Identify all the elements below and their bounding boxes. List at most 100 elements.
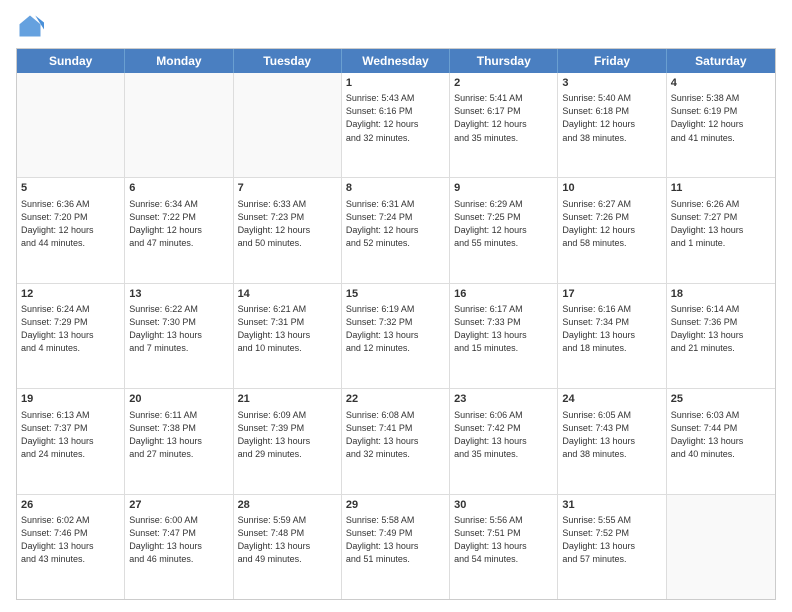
cell-info: Sunrise: 5:59 AM Sunset: 7:48 PM Dayligh… [238, 514, 337, 566]
calendar-cell: 31Sunrise: 5:55 AM Sunset: 7:52 PM Dayli… [558, 495, 666, 599]
day-number: 19 [21, 392, 120, 407]
day-number: 14 [238, 287, 337, 302]
calendar-row: 19 Sunrise: 6:13 AM Sunset: 7:37 PM Dayli… [17, 389, 775, 494]
day-number: 13 [129, 287, 228, 302]
cell-info: Sunrise: 5:55 AM Sunset: 7:52 PM Dayligh… [562, 514, 661, 566]
cell-info: Sunrise: 5:58 AM Sunset: 7:49 PM Dayligh… [346, 514, 445, 566]
cell-info: Sunrise: 6:08 AM Sunset: 7:41 PM Dayligh… [346, 409, 445, 461]
calendar-cell: 20Sunrise: 6:11 AM Sunset: 7:38 PM Dayli… [125, 389, 233, 493]
calendar-cell: 24Sunrise: 6:05 AM Sunset: 7:43 PM Dayli… [558, 389, 666, 493]
day-number: 1 [346, 76, 445, 91]
calendar-cell: 13Sunrise: 6:22 AM Sunset: 7:30 PM Dayli… [125, 284, 233, 388]
day-number: 12 [21, 287, 120, 302]
weekday-header: Saturday [667, 49, 775, 73]
calendar-cell: 29Sunrise: 5:58 AM Sunset: 7:49 PM Dayli… [342, 495, 450, 599]
calendar-cell [234, 73, 342, 177]
weekday-header: Wednesday [342, 49, 450, 73]
cell-info: Sunrise: 6:00 AM Sunset: 7:47 PM Dayligh… [129, 514, 228, 566]
calendar-cell: 6Sunrise: 6:34 AM Sunset: 7:22 PM Daylig… [125, 178, 233, 282]
day-number: 26 [21, 498, 120, 513]
cell-info: Sunrise: 6:24 AM Sunset: 7:29 PM Dayligh… [21, 303, 120, 355]
cell-info: Sunrise: 6:16 AM Sunset: 7:34 PM Dayligh… [562, 303, 661, 355]
cell-info: Sunrise: 6:19 AM Sunset: 7:32 PM Dayligh… [346, 303, 445, 355]
calendar-cell [667, 495, 775, 599]
day-number: 9 [454, 181, 553, 196]
day-number: 5 [21, 181, 120, 196]
calendar-cell: 1Sunrise: 5:43 AM Sunset: 6:16 PM Daylig… [342, 73, 450, 177]
calendar-cell: 30Sunrise: 5:56 AM Sunset: 7:51 PM Dayli… [450, 495, 558, 599]
calendar-cell: 10 Sunrise: 6:27 AM Sunset: 7:26 PM Dayli… [558, 178, 666, 282]
cell-info: Sunrise: 6:22 AM Sunset: 7:30 PM Dayligh… [129, 303, 228, 355]
calendar-cell: 9 Sunrise: 6:29 AM Sunset: 7:25 PM Daylig… [450, 178, 558, 282]
calendar-cell: 22 Sunrise: 6:08 AM Sunset: 7:41 PM Dayli… [342, 389, 450, 493]
calendar-cell: 4Sunrise: 5:38 AM Sunset: 6:19 PM Daylig… [667, 73, 775, 177]
weekday-header: Friday [558, 49, 666, 73]
calendar-cell: 2Sunrise: 5:41 AM Sunset: 6:17 PM Daylig… [450, 73, 558, 177]
day-number: 7 [238, 181, 337, 196]
day-number: 8 [346, 181, 445, 196]
cell-info: Sunrise: 6:29 AM Sunset: 7:25 PM Dayligh… [454, 198, 553, 250]
calendar-row: 26Sunrise: 6:02 AM Sunset: 7:46 PM Dayli… [17, 495, 775, 599]
cell-info: Sunrise: 6:34 AM Sunset: 7:22 PM Dayligh… [129, 198, 228, 250]
day-number: 4 [671, 76, 771, 91]
day-number: 16 [454, 287, 553, 302]
cell-info: Sunrise: 6:17 AM Sunset: 7:33 PM Dayligh… [454, 303, 553, 355]
day-number: 25 [671, 392, 771, 407]
calendar-cell: 5 Sunrise: 6:36 AM Sunset: 7:20 PM Daylig… [17, 178, 125, 282]
day-number: 20 [129, 392, 228, 407]
calendar: SundayMondayTuesdayWednesdayThursdayFrid… [16, 48, 776, 600]
cell-info: Sunrise: 5:40 AM Sunset: 6:18 PM Dayligh… [562, 92, 661, 144]
cell-info: Sunrise: 6:02 AM Sunset: 7:46 PM Dayligh… [21, 514, 120, 566]
calendar-cell: 11 Sunrise: 6:26 AM Sunset: 7:27 PM Dayli… [667, 178, 775, 282]
calendar-cell: 17Sunrise: 6:16 AM Sunset: 7:34 PM Dayli… [558, 284, 666, 388]
calendar-cell: 21Sunrise: 6:09 AM Sunset: 7:39 PM Dayli… [234, 389, 342, 493]
cell-info: Sunrise: 6:09 AM Sunset: 7:39 PM Dayligh… [238, 409, 337, 461]
day-number: 10 [562, 181, 661, 196]
day-number: 31 [562, 498, 661, 513]
calendar-cell: 12Sunrise: 6:24 AM Sunset: 7:29 PM Dayli… [17, 284, 125, 388]
calendar-cell: 28Sunrise: 5:59 AM Sunset: 7:48 PM Dayli… [234, 495, 342, 599]
calendar-header: SundayMondayTuesdayWednesdayThursdayFrid… [17, 49, 775, 73]
calendar-cell [17, 73, 125, 177]
calendar-cell: 25 Sunrise: 6:03 AM Sunset: 7:44 PM Dayli… [667, 389, 775, 493]
day-number: 2 [454, 76, 553, 91]
cell-info: Sunrise: 5:56 AM Sunset: 7:51 PM Dayligh… [454, 514, 553, 566]
day-number: 11 [671, 181, 771, 196]
cell-info: Sunrise: 6:26 AM Sunset: 7:27 PM Dayligh… [671, 198, 771, 250]
cell-info: Sunrise: 6:05 AM Sunset: 7:43 PM Dayligh… [562, 409, 661, 461]
calendar-row: 5 Sunrise: 6:36 AM Sunset: 7:20 PM Daylig… [17, 178, 775, 283]
weekday-header: Tuesday [234, 49, 342, 73]
cell-info: Sunrise: 6:13 AM Sunset: 7:37 PM Dayligh… [21, 409, 120, 461]
day-number: 22 [346, 392, 445, 407]
day-number: 28 [238, 498, 337, 513]
weekday-header: Thursday [450, 49, 558, 73]
cell-info: Sunrise: 6:14 AM Sunset: 7:36 PM Dayligh… [671, 303, 771, 355]
weekday-header: Sunday [17, 49, 125, 73]
calendar-cell: 15Sunrise: 6:19 AM Sunset: 7:32 PM Dayli… [342, 284, 450, 388]
calendar-cell: 19 Sunrise: 6:13 AM Sunset: 7:37 PM Dayli… [17, 389, 125, 493]
logo-icon [16, 12, 44, 40]
calendar-cell: 14Sunrise: 6:21 AM Sunset: 7:31 PM Dayli… [234, 284, 342, 388]
day-number: 3 [562, 76, 661, 91]
weekday-header: Monday [125, 49, 233, 73]
logo [16, 12, 48, 40]
cell-info: Sunrise: 5:38 AM Sunset: 6:19 PM Dayligh… [671, 92, 771, 144]
calendar-cell: 7Sunrise: 6:33 AM Sunset: 7:23 PM Daylig… [234, 178, 342, 282]
calendar-cell: 27Sunrise: 6:00 AM Sunset: 7:47 PM Dayli… [125, 495, 233, 599]
cell-info: Sunrise: 6:27 AM Sunset: 7:26 PM Dayligh… [562, 198, 661, 250]
calendar-cell: 3Sunrise: 5:40 AM Sunset: 6:18 PM Daylig… [558, 73, 666, 177]
cell-info: Sunrise: 6:06 AM Sunset: 7:42 PM Dayligh… [454, 409, 553, 461]
cell-info: Sunrise: 6:03 AM Sunset: 7:44 PM Dayligh… [671, 409, 771, 461]
calendar-cell: 16Sunrise: 6:17 AM Sunset: 7:33 PM Dayli… [450, 284, 558, 388]
day-number: 15 [346, 287, 445, 302]
calendar-cell [125, 73, 233, 177]
day-number: 23 [454, 392, 553, 407]
day-number: 29 [346, 498, 445, 513]
cell-info: Sunrise: 6:36 AM Sunset: 7:20 PM Dayligh… [21, 198, 120, 250]
calendar-cell: 8Sunrise: 6:31 AM Sunset: 7:24 PM Daylig… [342, 178, 450, 282]
calendar-cell: 18Sunrise: 6:14 AM Sunset: 7:36 PM Dayli… [667, 284, 775, 388]
cell-info: Sunrise: 6:21 AM Sunset: 7:31 PM Dayligh… [238, 303, 337, 355]
header [16, 12, 776, 40]
day-number: 27 [129, 498, 228, 513]
calendar-row: 12Sunrise: 6:24 AM Sunset: 7:29 PM Dayli… [17, 284, 775, 389]
